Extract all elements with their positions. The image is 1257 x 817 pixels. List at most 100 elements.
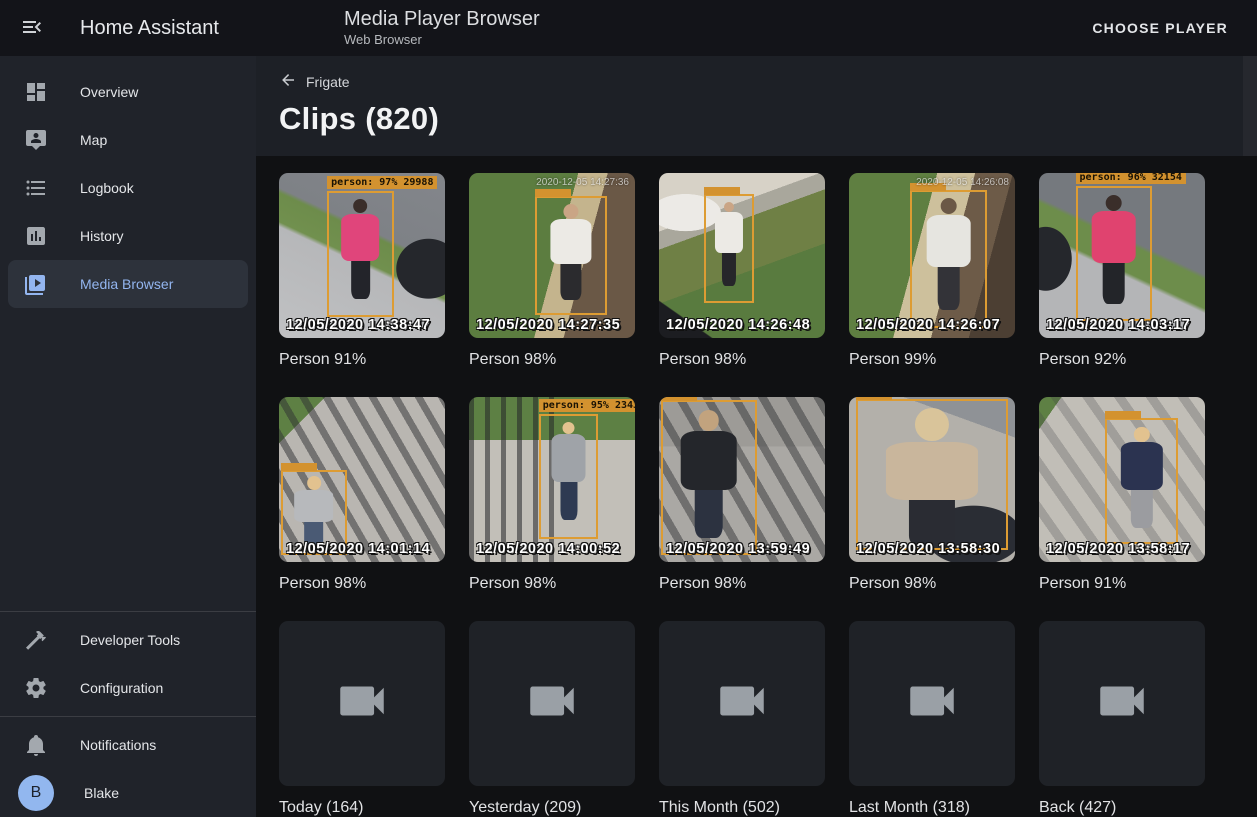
sidebar-item-history[interactable]: History: [8, 212, 248, 260]
detection-label-small: [1105, 411, 1141, 419]
detection-bounding-box: [661, 400, 757, 555]
clip-caption: Person 91%: [1039, 575, 1205, 593]
sidebar-toggle-button[interactable]: [8, 4, 56, 52]
video-icon: [713, 672, 771, 735]
clip-thumbnail: 12/05/2020 14:01:14: [279, 397, 445, 562]
scrollbar-thumb[interactable]: [1243, 56, 1257, 156]
person-figure: [880, 408, 984, 545]
media-header: Frigate Clips (820): [256, 56, 1257, 156]
clip-caption: Person 92%: [1039, 351, 1205, 369]
sidebar-item-configuration[interactable]: Configuration: [8, 664, 248, 712]
detection-bounding-box: [535, 196, 606, 315]
folder-thumbnail: [469, 621, 635, 786]
person-figure: [1118, 427, 1166, 540]
clip-card[interactable]: 2020-12-05 14:27:36 12/05/2020 14:27:35 …: [469, 173, 635, 369]
dashboard-icon: [24, 80, 48, 104]
folder-label: Yesterday (209): [469, 799, 635, 817]
clip-timestamp: 12/05/2020 14:27:35: [476, 317, 620, 333]
clip-card[interactable]: person: 95% 23432 12/05/2020 14:00:52 Pe…: [469, 397, 635, 593]
menu-open-icon: [20, 15, 44, 42]
app-title: Home Assistant: [80, 17, 219, 40]
media-browser-icon: [24, 272, 48, 296]
person-figure: [549, 422, 588, 535]
clip-caption: Person 98%: [849, 575, 1015, 593]
clip-caption: Person 98%: [659, 351, 825, 369]
media-grid: person: 97% 29988 12/05/2020 14:38:47 Pe…: [256, 156, 1257, 817]
folder-card-today-164[interactable]: Today (164): [279, 621, 445, 817]
breadcrumb-back[interactable]: Frigate: [279, 71, 350, 92]
clip-card[interactable]: 12/05/2020 13:59:49 Person 98%: [659, 397, 825, 593]
app-bar-left: Home Assistant: [0, 4, 256, 52]
detection-bounding-box: person: 96% 32154: [1076, 186, 1152, 321]
sidebar-nav-bottom: Developer Tools Configuration: [0, 616, 256, 712]
sidebar-divider-top: [0, 611, 256, 612]
detection-label: person: 97% 29988: [327, 176, 437, 189]
detection-label-small: [281, 463, 317, 471]
clip-timestamp: 12/05/2020 14:00:52: [476, 541, 620, 557]
sidebar-item-map[interactable]: Map: [8, 116, 248, 164]
clip-card[interactable]: 12/05/2020 14:01:14 Person 98%: [279, 397, 445, 593]
folder-label: Last Month (318): [849, 799, 1015, 817]
detection-bounding-box: [856, 399, 1009, 551]
sidebar-item-media-browser[interactable]: Media Browser: [8, 260, 248, 308]
folder-card-this-month-502[interactable]: This Month (502): [659, 621, 825, 817]
history-icon: [24, 224, 48, 248]
choose-player-button[interactable]: CHOOSE PLAYER: [1084, 12, 1236, 44]
clip-thumbnail: 2020-12-05 14:27:36 12/05/2020 14:27:35: [469, 173, 635, 338]
clip-timestamp: 12/05/2020 14:38:47: [286, 317, 430, 333]
folder-thumbnail: [659, 621, 825, 786]
folder-thumbnail: [279, 621, 445, 786]
clip-thumbnail: person: 97% 29988 12/05/2020 14:38:47: [279, 173, 445, 338]
clip-card[interactable]: 2020-12-05 14:26:08 12/05/2020 14:26:07 …: [849, 173, 1015, 369]
detection-label-small: [704, 187, 740, 195]
clip-thumbnail: person: 95% 23432 12/05/2020 14:00:52: [469, 397, 635, 562]
clip-card[interactable]: 12/05/2020 13:58:17 Person 91%: [1039, 397, 1205, 593]
detection-label-small: [661, 397, 697, 401]
clip-card[interactable]: 12/05/2020 14:26:48 Person 98%: [659, 173, 825, 369]
video-icon: [523, 672, 581, 735]
sidebar-item-developer-tools[interactable]: Developer Tools: [8, 616, 248, 664]
sidebar-item-notifications[interactable]: Notifications: [8, 721, 248, 769]
clip-card[interactable]: person: 96% 32154 12/05/2020 14:03:17 Pe…: [1039, 173, 1205, 369]
detection-label-small: [856, 397, 892, 400]
clip-card[interactable]: person: 97% 29988 12/05/2020 14:38:47 Pe…: [279, 173, 445, 369]
detection-bounding-box: [910, 190, 986, 329]
clip-timestamp: 12/05/2020 14:03:17: [1046, 317, 1190, 333]
folder-card-last-month-318[interactable]: Last Month (318): [849, 621, 1015, 817]
detection-label: person: 96% 32154: [1076, 173, 1186, 184]
camera-osd-timestamp: 2020-12-05 14:27:36: [536, 177, 629, 188]
map-icon: [24, 128, 48, 152]
clip-timestamp: 12/05/2020 13:59:49: [666, 541, 810, 557]
video-icon: [903, 672, 961, 735]
gear-icon: [24, 676, 48, 700]
sidebar-item-logbook[interactable]: Logbook: [8, 164, 248, 212]
clip-timestamp: 12/05/2020 14:26:07: [856, 317, 1000, 333]
person-figure: [923, 198, 974, 323]
clip-caption: Person 98%: [469, 351, 635, 369]
bell-icon: [24, 733, 48, 757]
sidebar-divider-bottom: [0, 716, 256, 717]
app-bar: Home Assistant Media Player Browser Web …: [0, 0, 1257, 56]
clip-caption: Person 91%: [279, 351, 445, 369]
media-browser-subtitle: Web Browser: [344, 33, 540, 48]
person-figure: [548, 204, 595, 311]
sidebar-item-label: Notifications: [80, 737, 156, 753]
person-figure: [1088, 195, 1139, 317]
folder-label: Back (427): [1039, 799, 1205, 817]
clip-caption: Person 98%: [279, 575, 445, 593]
avatar: B: [18, 775, 54, 811]
folder-label: This Month (502): [659, 799, 825, 817]
main-content: Frigate Clips (820) person: 97% 29988 12…: [256, 56, 1257, 817]
clip-thumbnail: 2020-12-05 14:26:08 12/05/2020 14:26:07: [849, 173, 1015, 338]
clip-card[interactable]: 12/05/2020 13:58:30 Person 98%: [849, 397, 1015, 593]
detection-label: person: 95% 23432: [539, 399, 635, 412]
sidebar-item-user[interactable]: B Blake: [8, 769, 248, 817]
camera-osd-timestamp: 2020-12-05 14:26:08: [916, 177, 1009, 188]
folder-label: Today (164): [279, 799, 445, 817]
folder-card-back-427[interactable]: Back (427): [1039, 621, 1205, 817]
folder-card-yesterday-209[interactable]: Yesterday (209): [469, 621, 635, 817]
sidebar-item-overview[interactable]: Overview: [8, 68, 248, 116]
detection-bounding-box: person: 95% 23432: [539, 414, 599, 539]
sidebar-nav: Overview Map Logbook History Media Brows…: [0, 68, 256, 308]
media-browser-title: Media Player Browser: [344, 8, 540, 31]
